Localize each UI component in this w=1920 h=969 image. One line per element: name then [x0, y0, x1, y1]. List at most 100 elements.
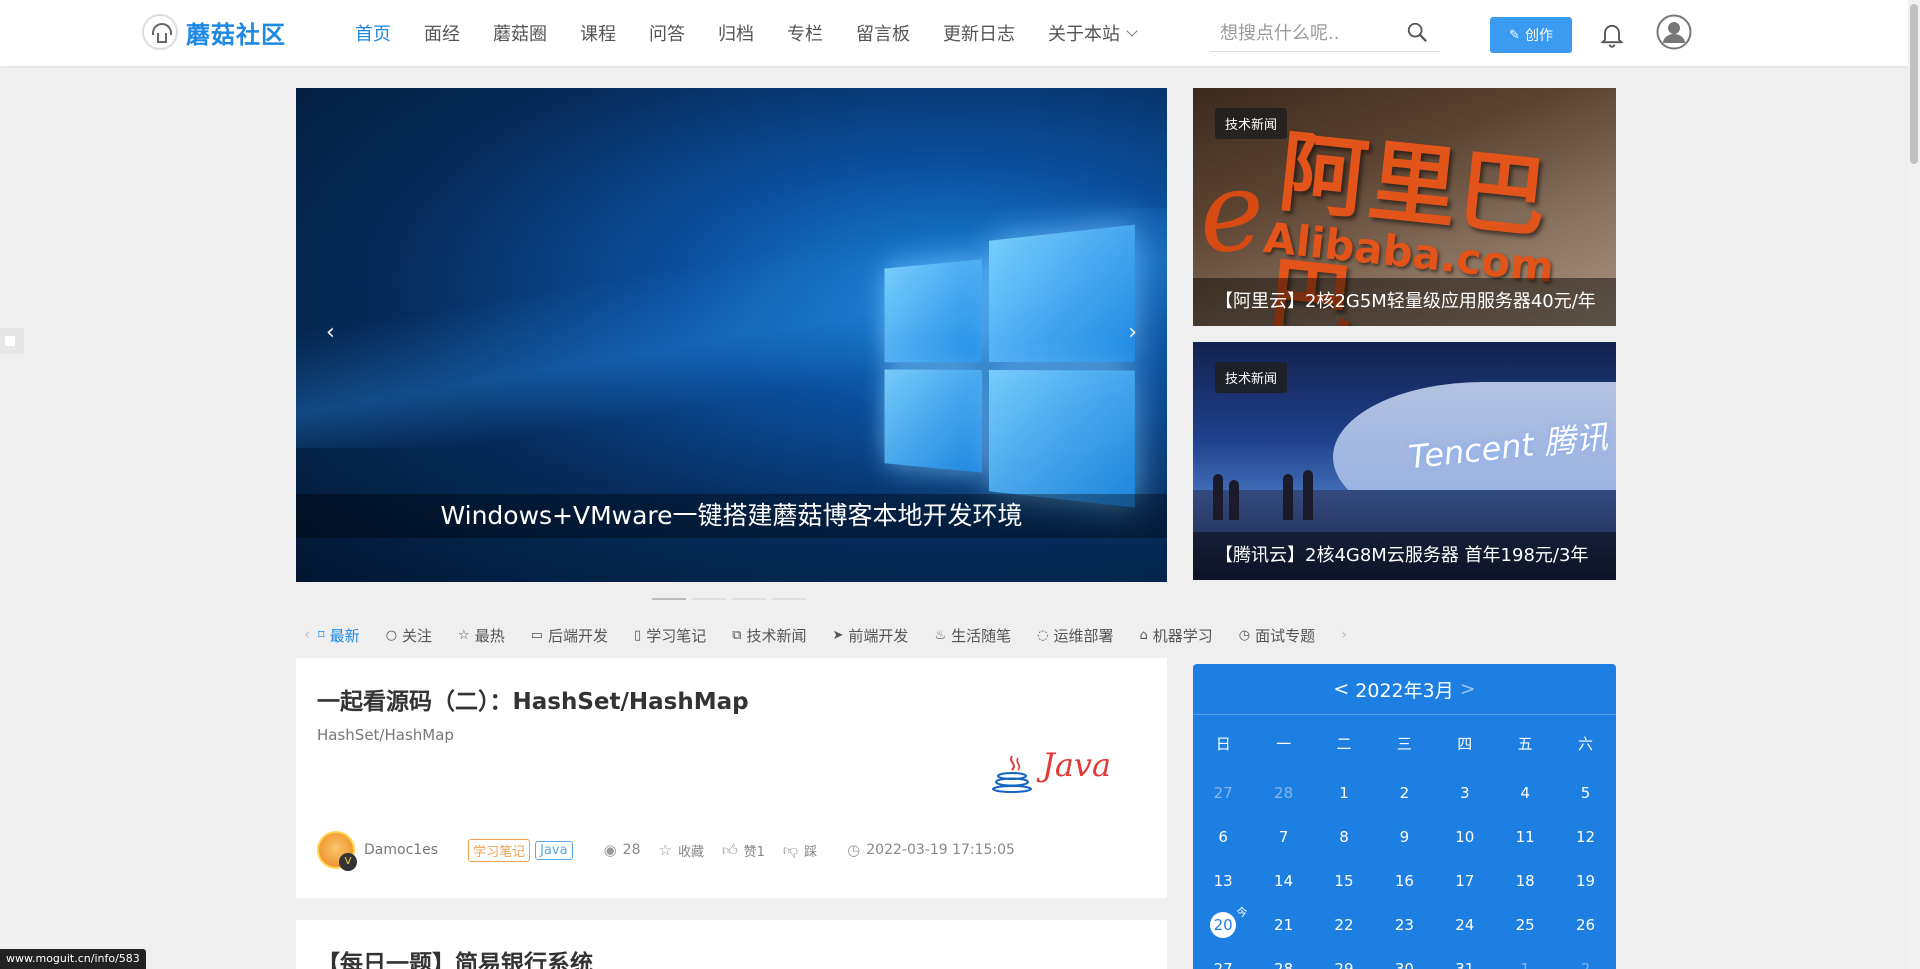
- carousel-prev-arrow[interactable]: ‹: [326, 320, 335, 345]
- calendar-day[interactable]: 8: [1314, 828, 1374, 846]
- calendar-day[interactable]: 27: [1193, 784, 1253, 802]
- calendar-week-row: 20 今 21 22 23 24 25 26: [1193, 903, 1616, 947]
- author-avatar[interactable]: V: [317, 831, 357, 871]
- calendar-day[interactable]: 14: [1253, 872, 1313, 890]
- nav-message-board[interactable]: 留言板: [856, 20, 910, 46]
- article-card[interactable]: 一起看源码（二）：HashSet/HashMap HashSet/HashMap…: [296, 658, 1167, 898]
- carousel-next-arrow[interactable]: ›: [1128, 320, 1137, 345]
- tab-label: 技术新闻: [746, 626, 807, 645]
- collect-button[interactable]: ☆ 收藏: [658, 841, 703, 860]
- tab-following[interactable]: ○ 关注: [386, 625, 432, 646]
- calendar-day[interactable]: 18: [1495, 872, 1555, 890]
- monitor-icon: ▭: [530, 627, 544, 643]
- carousel-dot[interactable]: [772, 598, 806, 600]
- nav-interview[interactable]: 面经: [424, 20, 460, 46]
- nav-columns[interactable]: 专栏: [787, 20, 823, 46]
- article-card[interactable]: 【每日一题】简易银行系统: [296, 920, 1167, 969]
- nav-archive[interactable]: 归档: [718, 20, 754, 46]
- article-tag[interactable]: 学习笔记: [468, 838, 531, 862]
- carousel-dot[interactable]: [732, 598, 766, 600]
- calendar-day[interactable]: 24: [1435, 916, 1495, 934]
- promo-card-aliyun[interactable]: e 阿里巴巴 Alibaba.com 技术新闻 【阿里云】2核2G5M轻量级应用…: [1193, 88, 1616, 326]
- tab-frontend[interactable]: ➤ 前端开发: [833, 625, 909, 646]
- search-icon[interactable]: [1406, 21, 1428, 43]
- calendar-day[interactable]: 28: [1253, 784, 1313, 802]
- calendar-day[interactable]: 19: [1555, 872, 1615, 890]
- calendar-day[interactable]: 7: [1253, 828, 1313, 846]
- scrollbar-thumb[interactable]: [1910, 4, 1918, 164]
- calendar-prev-button[interactable]: <: [1333, 678, 1349, 700]
- calendar-day[interactable]: 25: [1495, 916, 1555, 934]
- dislike-button[interactable]: 👎︎ 踩: [783, 841, 817, 860]
- nav-qa[interactable]: 问答: [649, 20, 685, 46]
- calendar-day[interactable]: 27: [1193, 960, 1253, 969]
- calendar-day[interactable]: 21: [1253, 916, 1313, 934]
- tab-hottest[interactable]: ☆ 最热: [458, 625, 505, 646]
- nav-home[interactable]: 首页: [355, 20, 391, 46]
- robot-icon: ⌂: [1139, 627, 1148, 643]
- calendar-day[interactable]: 17: [1435, 872, 1495, 890]
- calendar-day[interactable]: 6: [1193, 828, 1253, 846]
- nav-about[interactable]: 关于本站: [1048, 20, 1138, 46]
- search-input[interactable]: [1210, 16, 1400, 50]
- tab-machine-learning[interactable]: ⌂ 机器学习: [1139, 625, 1212, 646]
- calendar-day[interactable]: 28: [1253, 960, 1313, 969]
- calendar-day[interactable]: 1: [1495, 960, 1555, 969]
- calendar-day[interactable]: 26: [1555, 916, 1615, 934]
- promo-card-tencent[interactable]: Tencent 腾讯 技术新闻 【腾讯云】2核4G8M云服务器 首年198元/3…: [1193, 342, 1616, 580]
- nav-courses[interactable]: 课程: [580, 20, 616, 46]
- calendar-day[interactable]: 16: [1374, 872, 1434, 890]
- card-caption[interactable]: 【腾讯云】2核4G8M云服务器 首年198元/3年: [1193, 532, 1616, 580]
- calendar-day[interactable]: 22: [1314, 916, 1374, 934]
- calendar-day[interactable]: 5: [1555, 784, 1615, 802]
- tab-life[interactable]: ♨ 生活随笔: [934, 625, 1011, 646]
- calendar-day[interactable]: 2: [1555, 960, 1615, 969]
- carousel-dot[interactable]: [652, 598, 686, 600]
- chevron-down-icon: [1126, 25, 1138, 37]
- carousel-dot[interactable]: [692, 598, 726, 600]
- calendar-day[interactable]: 3: [1435, 784, 1495, 802]
- calendar-day[interactable]: 2: [1374, 784, 1434, 802]
- site-logo[interactable]: 蘑菇社区: [142, 14, 286, 50]
- calendar-day[interactable]: 15: [1314, 872, 1374, 890]
- calendar-next-button[interactable]: >: [1460, 678, 1476, 700]
- calendar-day[interactable]: 30: [1374, 960, 1434, 969]
- banner-carousel[interactable]: ‹ › Windows+VMware一键搭建蘑菇博客本地开发环境: [296, 88, 1167, 582]
- nav-moments[interactable]: 蘑菇圈: [493, 20, 547, 46]
- tab-interview[interactable]: ◷ 面试专题: [1239, 625, 1315, 646]
- side-toggle-tab[interactable]: [0, 328, 24, 354]
- person-figure: [1303, 470, 1313, 520]
- calendar-day[interactable]: 11: [1495, 828, 1555, 846]
- calendar-day[interactable]: 1: [1314, 784, 1374, 802]
- article-tag[interactable]: Java: [535, 840, 573, 860]
- user-avatar-icon[interactable]: [1656, 14, 1692, 50]
- tab-devops[interactable]: ◌ 运维部署: [1037, 625, 1113, 646]
- calendar-day[interactable]: 13: [1193, 872, 1253, 890]
- calendar-day[interactable]: 9: [1374, 828, 1434, 846]
- tab-backend[interactable]: ▭ 后端开发: [531, 625, 608, 646]
- tab-tech-news[interactable]: ⧉ 技术新闻: [732, 625, 806, 646]
- calendar-day[interactable]: 4: [1495, 784, 1555, 802]
- calendar-day[interactable]: 12: [1555, 828, 1615, 846]
- java-thumbnail[interactable]: Java: [982, 724, 1122, 804]
- card-caption[interactable]: 【阿里云】2核2G5M轻量级应用服务器40元/年: [1193, 278, 1616, 326]
- calendar-day[interactable]: 10: [1435, 828, 1495, 846]
- like-button[interactable]: 👍︎ 赞1: [722, 841, 765, 860]
- calendar-day[interactable]: 29: [1314, 960, 1374, 969]
- tab-latest[interactable]: ⌑ 最新: [318, 625, 360, 646]
- create-button[interactable]: ✎ 创作: [1490, 17, 1572, 53]
- tab-study-notes[interactable]: ▯ 学习笔记: [634, 625, 706, 646]
- page-scrollbar[interactable]: [1908, 0, 1920, 969]
- carousel-caption[interactable]: Windows+VMware一键搭建蘑菇博客本地开发环境: [296, 494, 1167, 538]
- category-scroll-right-icon[interactable]: ›: [1333, 627, 1355, 643]
- article-title[interactable]: 【每日一题】简易银行系统: [317, 944, 593, 969]
- bell-icon[interactable]: [1598, 20, 1626, 48]
- like-label: 赞1: [743, 844, 765, 860]
- calendar-day[interactable]: 23: [1374, 916, 1434, 934]
- author-name[interactable]: Damoc1es: [364, 842, 438, 858]
- category-scroll-left-icon[interactable]: ‹: [296, 627, 318, 643]
- calendar-day[interactable]: 31: [1435, 960, 1495, 969]
- calendar-day-today[interactable]: 20 今: [1193, 906, 1253, 938]
- article-title[interactable]: 一起看源码（二）：HashSet/HashMap: [317, 682, 749, 716]
- nav-changelog[interactable]: 更新日志: [943, 20, 1015, 46]
